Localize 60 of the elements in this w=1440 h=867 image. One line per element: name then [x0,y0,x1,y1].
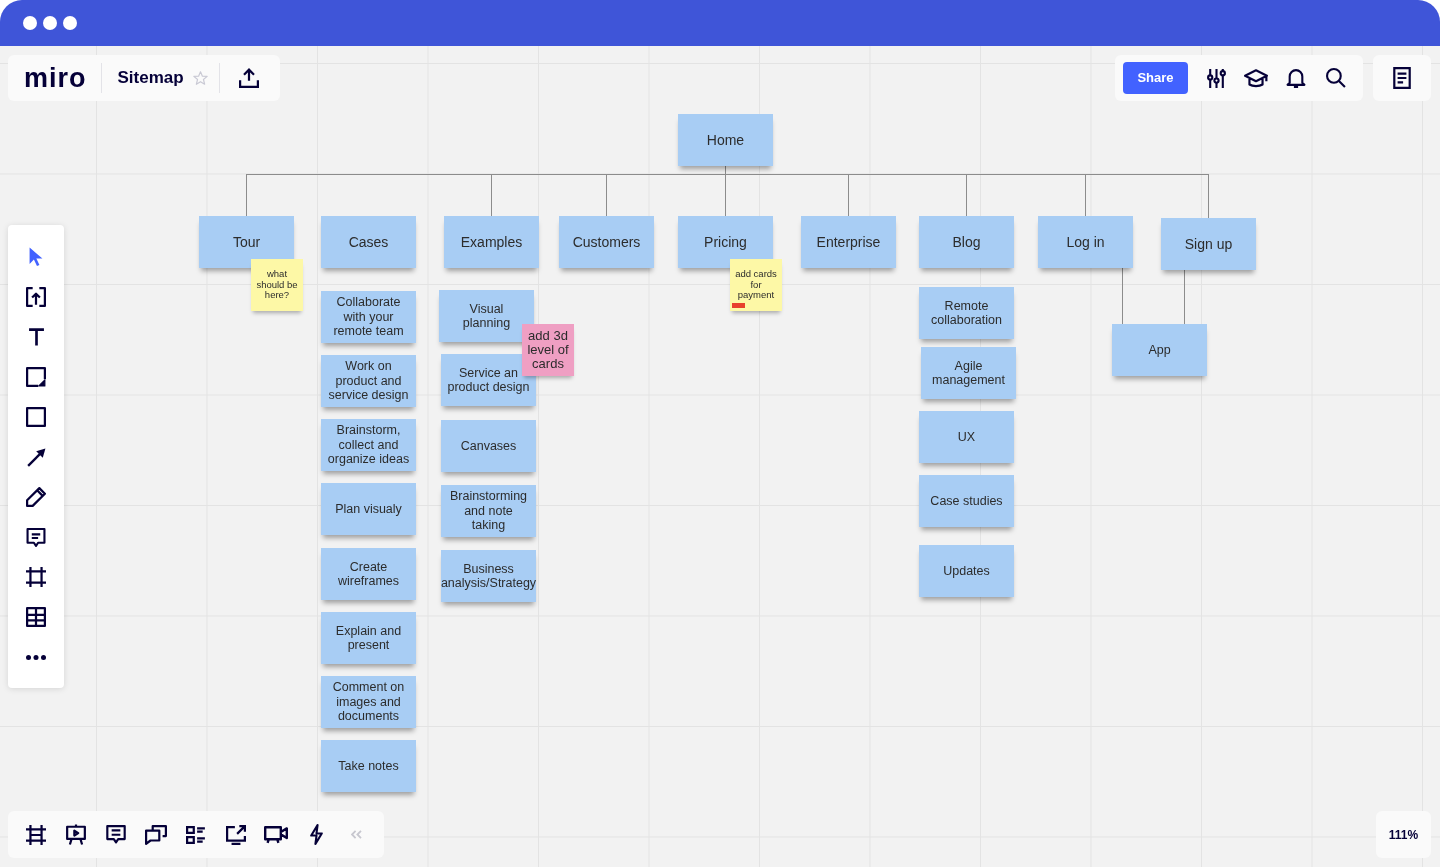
video-camera-icon[interactable] [264,825,288,844]
upload-frame-icon[interactable] [26,287,46,307]
sitemap-card: Remote collaboration [919,287,1014,339]
sitemap-card: Comment on images and documents [321,676,416,728]
more-icon[interactable] [26,654,46,660]
pencil-icon[interactable] [26,487,46,507]
list-icon[interactable] [186,825,206,844]
sitemap-card: Customers [559,216,654,268]
graduation-cap-icon[interactable] [1244,68,1268,88]
frame-icon[interactable] [26,824,46,845]
chat-list-icon[interactable] [106,825,126,844]
chat-bubbles-icon[interactable] [145,824,167,845]
share-screen-icon[interactable] [226,824,246,845]
sitemap-card: Examples [444,216,539,268]
board-title[interactable]: Sitemap [117,65,184,91]
sitemap-card: Agile management [921,347,1016,399]
sitemap-card: Case studies [919,475,1014,527]
text-icon[interactable] [27,328,45,346]
sitemap-card: Create wireframes [321,548,416,600]
sitemap-card: App [1112,324,1207,376]
sitemap-card: Sign up [1161,218,1256,270]
sitemap-card: Work on product and service design [321,355,416,407]
sitemap-card: Log in [1038,216,1133,268]
square-icon[interactable] [26,407,46,427]
sitemap-card: Brainstorm, collect and organize ideas [321,419,416,471]
sitemap-card: Blog [919,216,1014,268]
sitemap-card: Enterprise [801,216,896,268]
sitemap-card: Updates [919,545,1014,597]
sliders-icon[interactable] [1206,67,1226,89]
note-text: add cards for payment [734,269,778,301]
upload-icon[interactable] [238,68,259,88]
note-text: add 3d level of cards [526,329,570,371]
arrow-icon[interactable] [26,447,46,467]
sitemap-card: Plan visualy [321,483,416,535]
sitemap-card: Business analysis/Strategy [441,550,536,602]
bell-icon[interactable] [1286,68,1306,88]
comment-icon[interactable] [26,527,46,547]
document-icon[interactable] [1393,67,1411,89]
sitemap-card: Tour [199,216,294,268]
logo[interactable]: miro [24,63,87,93]
sticky-note-icon[interactable] [26,367,46,387]
search-icon[interactable] [1326,68,1346,88]
table-icon[interactable] [26,607,46,627]
sitemap-card: Home [678,114,773,166]
note-text: what should be here? [255,269,299,301]
sitemap-card: Explain and present [321,612,416,664]
sitemap-card: Canvases [441,420,536,472]
sitemap-card: Collaborate with your remote team [321,291,416,343]
star-icon[interactable] [192,71,208,85]
cursor-icon[interactable] [29,247,43,267]
lightning-icon[interactable] [309,824,323,845]
sitemap-card: Cases [321,216,416,268]
sitemap-card: Pricing [678,216,773,268]
sitemap-card: Brainstorming and note taking [441,485,536,537]
share-button[interactable]: Share [1123,62,1188,94]
zoom-level[interactable]: 111% [1376,811,1431,858]
sitemap-card: UX [919,411,1014,463]
presentation-icon[interactable] [66,824,86,845]
frame-icon[interactable] [26,567,46,587]
sitemap-card: Take notes [321,740,416,792]
